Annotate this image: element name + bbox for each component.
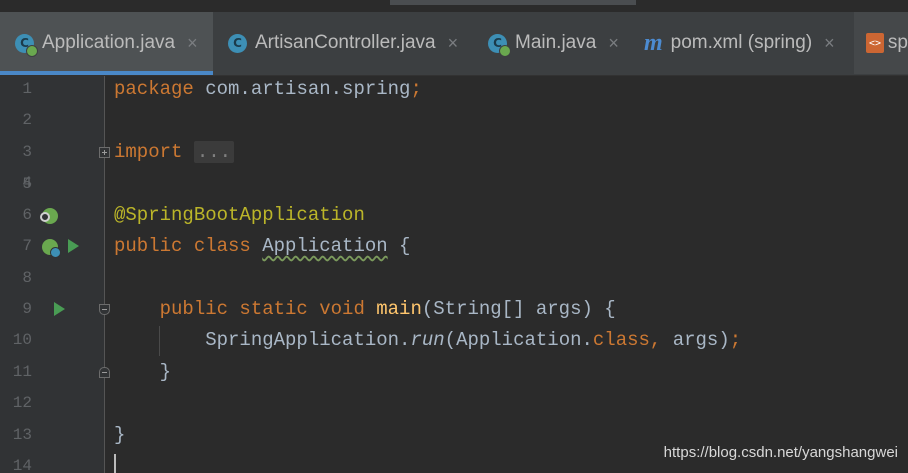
- code-line: 5: [0, 169, 908, 200]
- line-number: 13: [12, 426, 32, 444]
- close-icon[interactable]: ×: [187, 33, 198, 54]
- fold-end-icon[interactable]: [99, 367, 110, 378]
- code-text[interactable]: @SpringBootApplication: [114, 200, 365, 231]
- code-line: 3 import ...: [0, 137, 908, 168]
- run-icon[interactable]: [54, 302, 65, 316]
- code-text[interactable]: SpringApplication.run(Application.class,…: [114, 325, 741, 356]
- editor-tab-bar: Application.java × ArtisanController.jav…: [0, 12, 908, 76]
- code-line: 10 SpringApplication.run(Application.cla…: [0, 325, 908, 356]
- class-icon: [228, 33, 247, 53]
- spring-class-icon: [15, 33, 38, 57]
- close-icon[interactable]: ×: [608, 33, 619, 54]
- tab-label: pom.xml (spring): [670, 32, 813, 53]
- spring-config-icon[interactable]: [42, 239, 61, 258]
- line-number: 12: [12, 394, 32, 412]
- tab-label: sp: [887, 32, 908, 53]
- code-line: 11 }: [0, 357, 908, 388]
- fold-collapse-icon[interactable]: [99, 304, 110, 315]
- code-line: 2: [0, 105, 908, 136]
- line-number: 1: [22, 80, 32, 98]
- line-number: 11: [12, 363, 32, 381]
- code-line: 6 @SpringBootApplication: [0, 200, 908, 231]
- code-text[interactable]: }: [114, 420, 125, 451]
- line-number: 8: [22, 269, 32, 287]
- tab-label: Application.java: [42, 32, 176, 53]
- tab-pom-xml[interactable]: m pom.xml (spring) ×: [644, 12, 835, 74]
- maven-icon: m: [644, 29, 663, 56]
- indent-guide: [159, 326, 160, 356]
- close-icon[interactable]: ×: [448, 33, 459, 54]
- code-text[interactable]: package com.artisan.spring;: [114, 74, 422, 105]
- tab-label: Main.java: [515, 32, 597, 53]
- line-number: 14: [12, 457, 32, 473]
- code-line: 9 public static void main(String[] args)…: [0, 294, 908, 325]
- text-caret: [114, 454, 116, 473]
- code-text[interactable]: }: [114, 357, 171, 388]
- tab-artisancontroller-java[interactable]: ArtisanController.java ×: [228, 12, 458, 74]
- code-line: 8: [0, 263, 908, 294]
- window-title-strip: [390, 0, 636, 5]
- run-icon[interactable]: [68, 239, 79, 253]
- code-line: 7 public class Application {: [0, 231, 908, 262]
- spring-class-icon: [488, 33, 511, 57]
- tab-application-java[interactable]: Application.java ×: [0, 12, 213, 75]
- xml-icon: <>: [866, 33, 884, 53]
- close-icon[interactable]: ×: [824, 33, 835, 54]
- line-number: 5: [22, 175, 32, 193]
- line-number: 6: [22, 206, 32, 224]
- code-text[interactable]: import ...: [114, 137, 235, 168]
- tab-label: ArtisanController.java: [255, 32, 436, 53]
- code-text[interactable]: public static void main(String[] args) {: [114, 294, 616, 325]
- code-line: 12: [0, 388, 908, 419]
- spring-bean-search-icon[interactable]: [40, 208, 58, 224]
- tab-overflow-xml[interactable]: <> sp: [854, 12, 908, 74]
- line-number: 10: [12, 331, 32, 349]
- tab-main-java[interactable]: Main.java ×: [488, 12, 619, 74]
- line-number: 9: [22, 300, 32, 318]
- fold-expand-icon[interactable]: [99, 147, 110, 158]
- code-line: 1 package com.artisan.spring;: [0, 74, 908, 105]
- code-text[interactable]: public class Application {: [114, 231, 410, 262]
- collapsed-imports[interactable]: ...: [193, 141, 235, 163]
- line-number: 3: [22, 143, 32, 161]
- line-number: 2: [22, 111, 32, 129]
- line-number: 7: [22, 237, 32, 255]
- watermark: https://blog.csdn.net/yangshangwei: [663, 444, 898, 461]
